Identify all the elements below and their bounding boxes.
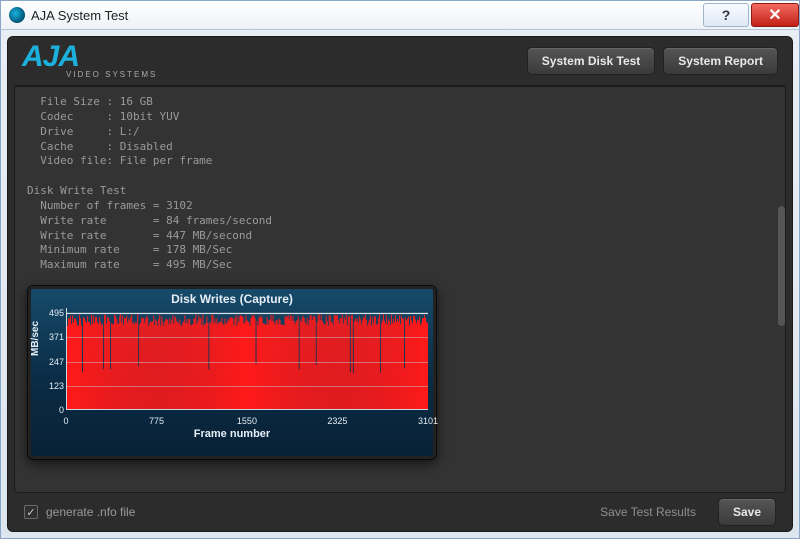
- chart-xtick: 0: [63, 416, 68, 426]
- chart-axis-x: [66, 409, 428, 410]
- footer: ✓ generate .nfo file Save Test Results S…: [8, 493, 792, 531]
- brand-tagline: VIDEO SYSTEMS: [66, 70, 157, 79]
- save-results-label: Save Test Results: [600, 505, 696, 519]
- window-frame: AJA VIDEO SYSTEMS System Disk Test Syste…: [0, 30, 800, 539]
- system-disk-test-button[interactable]: System Disk Test: [527, 47, 656, 75]
- chart-xlabel: Frame number: [38, 428, 426, 440]
- chart-bars: [67, 308, 428, 409]
- generate-nfo-label: generate .nfo file: [46, 505, 135, 519]
- app-icon: [9, 7, 25, 23]
- chart-plot: MB/sec 01232473714950775155023253101: [38, 308, 428, 428]
- chart-ytick: 123: [38, 381, 64, 391]
- chart-ytick: 0: [38, 405, 64, 415]
- chart-gridline: [66, 313, 428, 314]
- chart-ytick: 495: [38, 308, 64, 318]
- scrollbar-thumb[interactable]: [778, 206, 785, 326]
- help-button[interactable]: ?: [703, 3, 749, 27]
- generate-nfo-checkbox[interactable]: ✓: [24, 505, 38, 519]
- close-button[interactable]: ✕: [751, 3, 799, 27]
- brand-logo: AJA VIDEO SYSTEMS: [22, 43, 157, 79]
- chart-gridline: [66, 386, 428, 387]
- chart-ytick: 247: [38, 357, 64, 367]
- results-panel: File Size : 16 GB Codec : 10bit YUV Driv…: [14, 86, 786, 493]
- window-title: AJA System Test: [31, 8, 128, 23]
- chart-gridline: [66, 337, 428, 338]
- app-header: AJA VIDEO SYSTEMS System Disk Test Syste…: [8, 37, 792, 83]
- system-report-button[interactable]: System Report: [663, 47, 778, 75]
- window-titlebar: AJA System Test ? ✕: [0, 0, 800, 30]
- disk-writes-chart: Disk Writes (Capture) MB/sec 01232473714…: [27, 285, 437, 460]
- chart-xtick: 2325: [327, 416, 347, 426]
- chart-xtick: 775: [149, 416, 164, 426]
- chart-xtick: 1550: [237, 416, 257, 426]
- chart-gridline: [66, 362, 428, 363]
- main-area: File Size : 16 GB Codec : 10bit YUV Driv…: [14, 86, 786, 493]
- chart-xtick: 3101: [418, 416, 438, 426]
- save-button[interactable]: Save: [718, 498, 776, 526]
- brand-name: AJA: [22, 43, 157, 70]
- app-body: AJA VIDEO SYSTEMS System Disk Test Syste…: [7, 36, 793, 532]
- chart-ytick: 371: [38, 332, 64, 342]
- test-readout: File Size : 16 GB Codec : 10bit YUV Driv…: [27, 95, 773, 273]
- chart-title: Disk Writes (Capture): [38, 292, 426, 306]
